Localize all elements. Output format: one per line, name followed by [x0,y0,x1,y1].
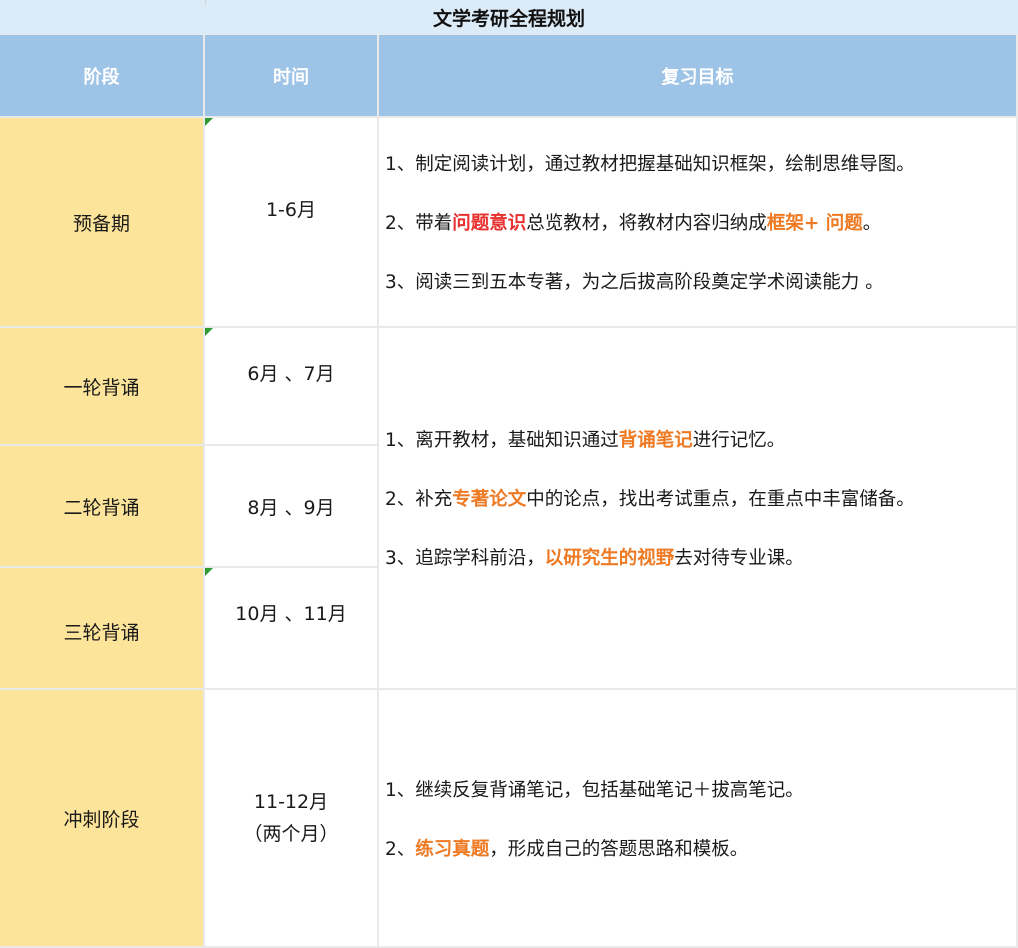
time-cell-prep: 1-6月 [205,118,377,326]
goal-cell-sprint: 1、继续反复背诵笔记，包括基础笔记＋拔高笔记。 2、练习真题，形成自己的答题思路… [379,690,1016,946]
time-cell-sprint: 11-12月 （两个月） [205,690,377,946]
header-stage: 阶段 [0,35,203,116]
time-cell-round3: 10月 、11月 [205,568,377,688]
stage-cell-round1: 一轮背诵 [0,328,203,444]
highlight-orange: 练习真题 [415,838,490,860]
goal-line: 2、补充专著论文中的论点，找出考试重点，在重点中丰富储备。 [385,489,915,510]
planning-table: 文学考研全程规划 阶段 时间 复习目标 预备期 1-6月 1、制定阅读计划，通过… [0,0,1018,948]
goal-line: 2、带着问题意识总览教材，将教材内容归纳成框架+ 问题。 [385,213,882,234]
table-title: 文学考研全程规划 [0,0,1018,34]
goal-cell-recitation: 1、离开教材，基础知识通过背诵笔记进行记忆。 2、补充专著论文中的论点，找出考试… [379,328,1016,688]
highlight-orange: 框架+ 问题 [766,213,863,234]
time-text: 1-6月 [265,199,317,221]
time-text-note: （两个月） [243,823,339,845]
time-text: 8月 、9月 [247,497,335,519]
header-goal: 复习目标 [379,35,1016,116]
header-time: 时间 [205,35,377,116]
stage-cell-round3: 三轮背诵 [0,568,203,688]
stage-cell-prep: 预备期 [0,118,203,326]
title-gridline-tick [205,0,206,6]
goal-cell-prep: 1、制定阅读计划，通过教材把握基础知识框架，绘制思维导图。 2、带着问题意识总览… [379,118,1016,326]
goal-line: 2、练习真题，形成自己的答题思路和模板。 [385,838,749,860]
time-text: 6月 、7月 [247,363,335,385]
time-text: 11-12月 [253,791,329,813]
time-text: 10月 、11月 [235,603,347,625]
goal-line: 1、制定阅读计划，通过教材把握基础知识框架，绘制思维导图。 [385,154,915,175]
time-cell-round2: 8月 、9月 [205,446,377,566]
comment-flag-icon [205,568,213,576]
goal-line: 1、继续反复背诵笔记，包括基础笔记＋拔高笔记。 [385,779,804,801]
goal-line: 3、追踪学科前沿，以研究生的视野去对待专业课。 [385,548,804,569]
stage-cell-round2: 二轮背诵 [0,446,203,566]
highlight-orange: 以研究生的视野 [544,548,675,569]
highlight-orange: 专著论文 [452,489,527,510]
comment-flag-icon [205,328,213,336]
highlight-red: 问题意识 [452,213,527,234]
goal-line: 1、离开教材，基础知识通过背诵笔记进行记忆。 [385,430,786,451]
goal-line: 3、阅读三到五本专著，为之后拔高阶段奠定学术阅读能力 。 [385,272,884,293]
highlight-orange: 背诵笔记 [618,430,693,451]
stage-cell-sprint: 冲刺阶段 [0,690,203,946]
comment-flag-icon [205,118,213,126]
time-cell-round1: 6月 、7月 [205,328,377,444]
